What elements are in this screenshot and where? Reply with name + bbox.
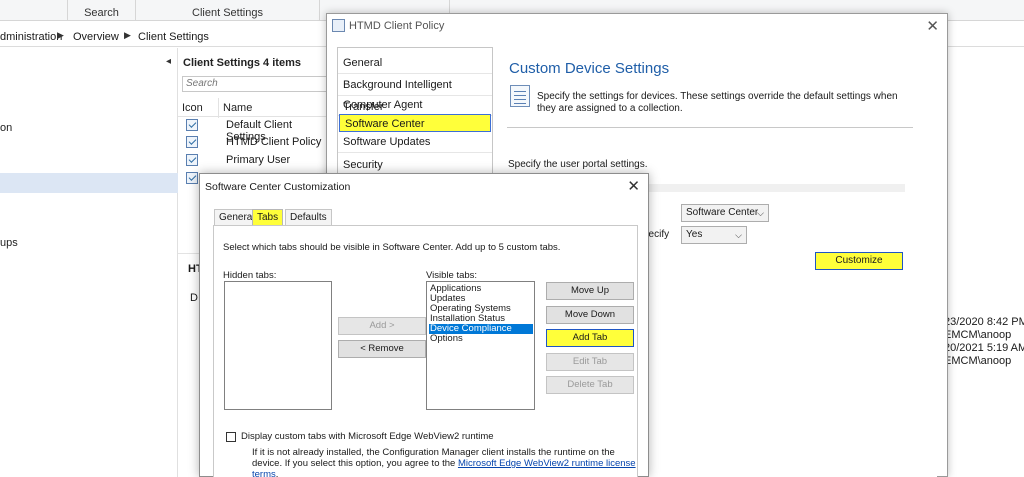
search-input[interactable]: Search <box>182 76 332 92</box>
table-row[interactable]: Primary User <box>178 152 328 169</box>
visible-tabs-label: Visible tabs: <box>426 270 478 281</box>
row-name: Primary User <box>226 154 291 166</box>
move-up-button[interactable]: Move Up <box>546 282 634 300</box>
customization-dialog: Software Center Customization ✕ General … <box>199 173 649 477</box>
nav-item-general[interactable]: General <box>338 52 492 74</box>
customize-button[interactable]: Customize <box>815 252 903 270</box>
ribbon-group-blank <box>0 0 68 21</box>
info-line: EMCM\anoop <box>944 355 1012 367</box>
client-settings-icon <box>186 119 198 131</box>
hidden-tabs-label: Hidden tabs: <box>223 270 277 281</box>
page-description: Specify the settings for devices. These … <box>537 91 898 114</box>
delete-tab-button[interactable]: Delete Tab <box>546 376 634 394</box>
nav-item[interactable]: on <box>0 122 12 134</box>
add-tab-button[interactable]: Add Tab <box>546 329 634 347</box>
left-navigation: on ups <box>0 48 178 477</box>
yes-select[interactable]: Yes ⌵ <box>681 226 747 244</box>
webview2-note: If it is not already installed, the Conf… <box>252 447 638 477</box>
client-settings-icon <box>186 172 198 184</box>
right-info-column: 23/2020 8:42 PM EMCM\anoop 20/2021 5:19 … <box>944 316 1024 368</box>
add-button[interactable]: Add > <box>338 317 426 335</box>
dialog-title: HTMD Client Policy <box>349 20 445 32</box>
tab-tabs[interactable]: Tabs <box>252 209 284 225</box>
edit-tab-button[interactable]: Edit Tab <box>546 353 634 371</box>
dialog-titlebar[interactable]: HTMD Client Policy ✕ <box>327 14 947 38</box>
list-title: Client Settings 4 items <box>183 57 301 69</box>
ribbon-group-client-settings[interactable]: Client Settings <box>136 0 320 21</box>
note-end: . <box>275 469 279 477</box>
close-icon[interactable]: ✕ <box>926 17 939 35</box>
nav-item[interactable]: ups <box>0 237 18 249</box>
chevron-down-icon: ⌵ <box>735 230 742 240</box>
hidden-tabs-list[interactable] <box>224 281 332 410</box>
table-row[interactable]: Default Client Settings <box>178 117 328 143</box>
page-title: Custom Device Settings <box>509 60 670 77</box>
list-item[interactable]: Options <box>429 334 533 344</box>
remove-button[interactable]: < Remove <box>338 340 426 358</box>
app-icon <box>332 19 345 32</box>
nav-item-selected[interactable] <box>0 173 178 193</box>
table-row[interactable]: HTMD Client Policy <box>178 134 328 151</box>
instruction-text: Select which tabs should be visible in S… <box>223 242 561 253</box>
column-header-icon[interactable]: Icon <box>182 102 203 114</box>
tab-defaults[interactable]: Defaults <box>285 209 332 225</box>
ribbon-group-label: Search <box>84 7 119 19</box>
info-line: EMCM\anoop <box>944 329 1012 341</box>
checkbox-label: Display custom tabs with Microsoft Edge … <box>241 431 494 442</box>
column-divider <box>218 98 219 118</box>
divider <box>507 127 913 128</box>
details-text: D <box>190 292 198 304</box>
column-header-name[interactable]: Name <box>223 102 252 114</box>
nav-item-computer-agent[interactable]: Computer Agent <box>338 94 492 116</box>
info-line: 23/2020 8:42 PM <box>944 316 1024 328</box>
nav-item-bits[interactable]: Background Intelligent Transfer <box>338 74 492 113</box>
portal-select[interactable]: Software Center ⌵ <box>681 204 769 222</box>
portal-settings-text: Specify the user portal settings. <box>508 159 648 170</box>
breadcrumb-item[interactable]: Overview <box>73 31 119 43</box>
chevron-down-icon: ⌵ <box>757 208 764 218</box>
dialog-title: Software Center Customization <box>205 181 351 193</box>
row-name: HTMD Client Policy <box>226 136 322 148</box>
close-icon[interactable]: ✕ <box>627 177 640 195</box>
chevron-right-icon: ▶ <box>57 30 64 40</box>
ribbon-group-search[interactable]: Search <box>68 0 136 21</box>
breadcrumb-item[interactable]: dministration <box>0 31 62 43</box>
tabs-panel: Select which tabs should be visible in S… <box>213 225 638 477</box>
document-icon <box>510 85 530 107</box>
move-down-button[interactable]: Move Down <box>546 306 634 324</box>
webview2-checkbox[interactable] <box>226 432 236 442</box>
nav-item-software-center[interactable]: Software Center <box>339 114 491 132</box>
chevron-right-icon: ▶ <box>124 30 131 40</box>
client-settings-icon <box>186 154 198 166</box>
nav-item-software-updates[interactable]: Software Updates <box>338 131 492 153</box>
collapse-icon[interactable]: ◂ <box>166 56 171 67</box>
info-line: 20/2021 5:19 AM <box>944 342 1024 354</box>
breadcrumb-item[interactable]: Client Settings <box>138 31 209 43</box>
select-value: Software Center <box>686 207 759 218</box>
visible-tabs-list[interactable]: Applications Updates Operating Systems I… <box>426 281 535 410</box>
ribbon-group-label: Client Settings <box>192 7 263 19</box>
select-value: Yes <box>686 229 703 240</box>
client-settings-icon <box>186 136 198 148</box>
